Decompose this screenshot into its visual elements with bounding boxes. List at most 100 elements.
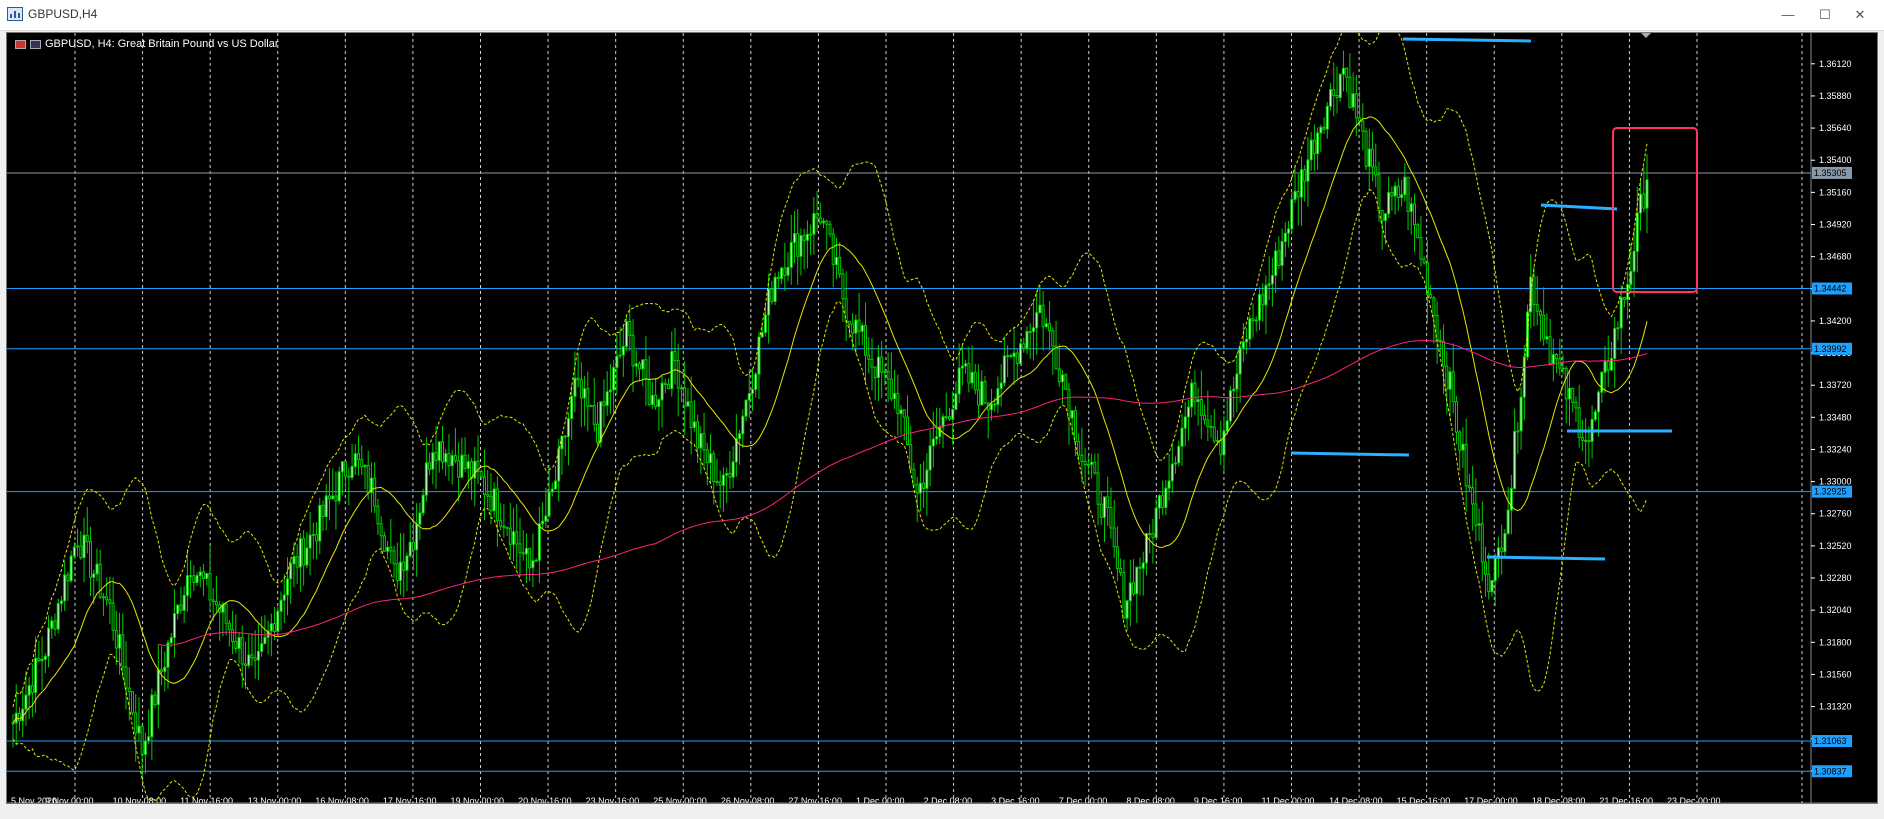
window-titlebar: GBPUSD,H4 — ☐ ✕ [0,0,1884,31]
y-tick-label: 1.32760 [1819,509,1852,519]
candle-body [202,571,206,579]
candle-body [537,523,541,561]
candle-body [153,694,157,706]
candle-body [1022,343,1026,349]
candle-body [1329,89,1333,107]
x-tick-label: 20 Nov 16:00 [518,796,572,804]
candle-body [673,350,677,362]
candle-body [30,685,34,694]
candle-body [964,363,968,367]
maximize-button[interactable]: ☐ [1810,3,1840,27]
candle-body [1093,461,1097,474]
candle-body [1209,425,1213,428]
candle-body [977,389,981,406]
candle-body [50,620,54,629]
x-tick-label: 14 Dec 08:00 [1329,796,1383,804]
y-tick-label: 1.32040 [1819,605,1852,615]
candle-body [324,495,328,518]
candle-body [728,472,732,478]
candle-body [709,453,713,464]
candle-body [1567,387,1571,400]
candle-body [989,403,993,411]
candle-body [1606,360,1610,371]
close-button[interactable]: ✕ [1845,3,1875,27]
candle-body [66,574,70,582]
candle-body [121,634,125,668]
candle-body [883,370,887,373]
candle-body [366,464,370,494]
candle-body [1587,440,1591,443]
candle-body [1232,388,1236,392]
candle-body [1361,120,1365,132]
candle-body [1048,323,1052,332]
candle-body [880,356,884,373]
x-tick-label: 25 Nov 00:00 [653,796,707,804]
candle-body [1629,270,1633,285]
candle-body [644,359,648,380]
candle-body [967,363,971,384]
candle-body [1316,132,1320,155]
chart-window-icon [7,7,23,21]
candle-body [1471,487,1475,505]
candle-body [250,654,254,659]
price-level-label: 1.30837 [1814,766,1847,776]
candle-body [767,288,771,316]
x-tick-label: 1 Dec 00:00 [856,796,905,804]
candle-body [137,725,141,734]
price-chart[interactable]: 5 Nov 2020 9 Nov 00:00 10 Nov 08:00 11 Nov … [6,32,1878,804]
candle-body [1067,388,1071,419]
candle-body [576,377,580,381]
candle-body [1270,274,1274,285]
candle-body [1464,443,1468,487]
candle-body [547,491,551,517]
candle-body [1513,430,1517,489]
candle-body [1632,250,1636,272]
candle-body [944,416,948,419]
candle-body [838,256,842,275]
candle-body [260,643,264,652]
symbol-label: GBPUSD, H4: Great Britain Pound vs US Do… [15,38,279,50]
candle-body [1257,294,1261,321]
candle-body [1332,89,1336,96]
candle-body [780,267,784,280]
candle-body [1135,566,1139,595]
candle-body [805,233,809,241]
candle-body [130,691,134,714]
candle-body [528,547,532,569]
minimize-button[interactable]: — [1773,3,1803,27]
candle-body [1164,487,1168,508]
candle-body [841,273,845,300]
y-tick-label: 1.35880 [1819,91,1852,101]
candle-body [1193,382,1197,403]
candle-body [1128,582,1132,602]
candle-body [182,594,186,611]
candle-body [185,575,189,596]
candle-body [1593,411,1597,420]
candle-body [1409,203,1413,212]
candle-body [337,471,341,502]
candle-body [486,493,490,497]
candle-body [1616,327,1620,330]
chart-canvas[interactable]: 5 Nov 20209 Nov 00:00 10 Nov 08:00 11 Nov … [7,33,1878,804]
symbol-text: GBPUSD, H4: Great Britain Pound vs US Do… [45,38,279,50]
candle-body [224,603,228,624]
candle-body [951,408,955,420]
candle-body [1338,73,1342,99]
candle-body [1290,198,1294,230]
candle-body [1516,430,1520,433]
candle-body [1216,439,1220,442]
candle-body [1319,126,1323,134]
candle-body [1438,339,1442,342]
candle-body [1467,485,1471,489]
candle-body [156,669,160,706]
candle-body [163,666,167,672]
candle-body [147,736,151,742]
x-tick-label: 3 Dec 16:00 [991,796,1040,804]
candle-body [1161,495,1165,508]
candle-body [466,461,470,469]
candle-body [889,378,893,400]
candle-body [1412,203,1416,226]
candle-body [127,687,131,693]
candle-body [205,573,209,579]
y-tick-label: 1.34200 [1819,316,1852,326]
